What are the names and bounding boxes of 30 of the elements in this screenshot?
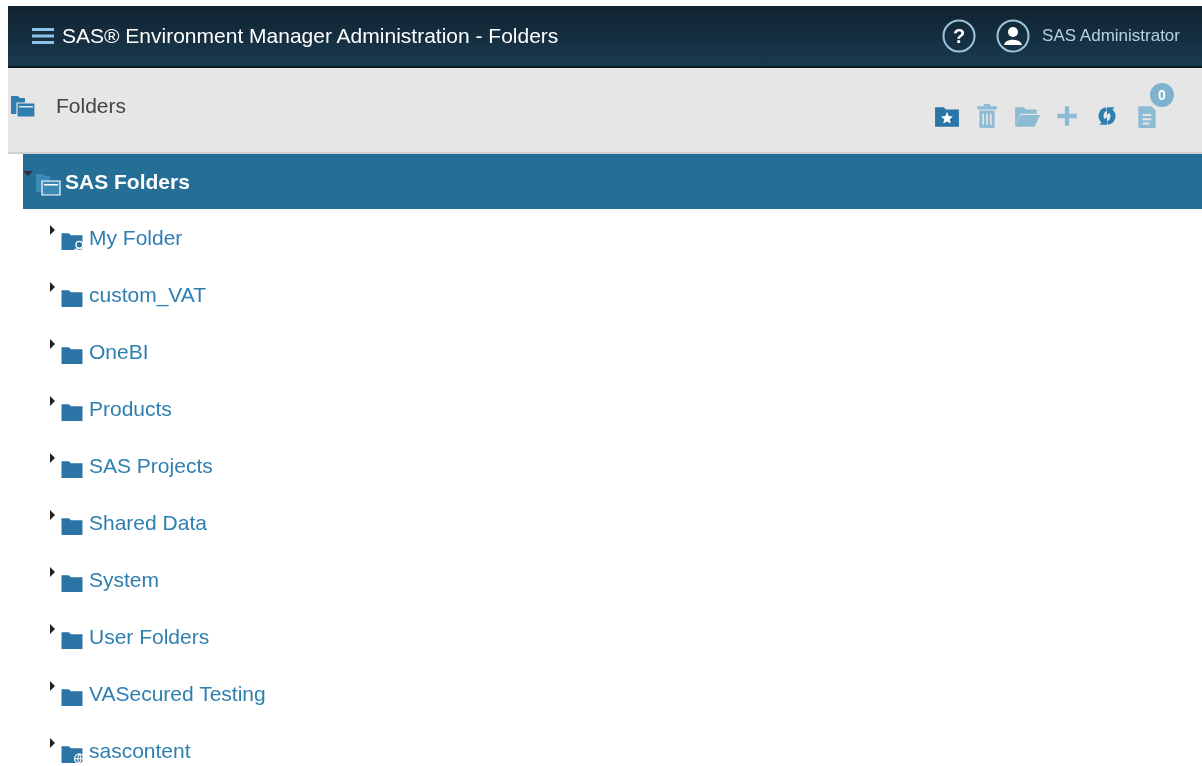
- folder-label: Products: [89, 396, 172, 421]
- tree-item[interactable]: VASecured Testing: [47, 665, 1202, 722]
- folder-label: OneBI: [89, 339, 149, 364]
- folder-label: SAS Projects: [89, 453, 213, 478]
- folder-label: User Folders: [89, 624, 210, 649]
- folder-label: VASecured Testing: [89, 681, 266, 706]
- tree-item[interactable]: SAS Projects: [47, 437, 1202, 494]
- folder-label: My Folder: [89, 225, 183, 250]
- tree-item[interactable]: sascontent: [47, 722, 1202, 766]
- tree-item[interactable]: Shared Data: [47, 494, 1202, 551]
- help-icon[interactable]: ?: [942, 19, 977, 53]
- tree-item[interactable]: SAS Folders: [23, 154, 1202, 209]
- user-name[interactable]: SAS Administrator: [1042, 26, 1180, 46]
- count-badge: 0: [1150, 83, 1174, 107]
- menu-icon[interactable]: [32, 28, 54, 44]
- folders-icon: [35, 171, 61, 196]
- user-avatar-icon[interactable]: [996, 19, 1031, 53]
- folder-label: Shared Data: [89, 510, 207, 535]
- folder-label: sascontent: [89, 738, 191, 763]
- tree-item[interactable]: OneBI: [47, 323, 1202, 380]
- tree-item[interactable]: System: [47, 551, 1202, 608]
- folder-label: System: [89, 567, 159, 592]
- tree-item[interactable]: My Folder: [47, 209, 1202, 266]
- app-title: SAS® Environment Manager Administration - Folders: [62, 24, 560, 48]
- folder-label: SAS Folders: [65, 169, 190, 194]
- folder-label: custom_VAT: [89, 282, 207, 307]
- tree-item[interactable]: Products: [47, 380, 1202, 437]
- tree-item[interactable]: User Folders: [47, 608, 1202, 665]
- panel-title: Folders: [56, 94, 128, 118]
- tree-item[interactable]: custom_VAT: [47, 266, 1202, 323]
